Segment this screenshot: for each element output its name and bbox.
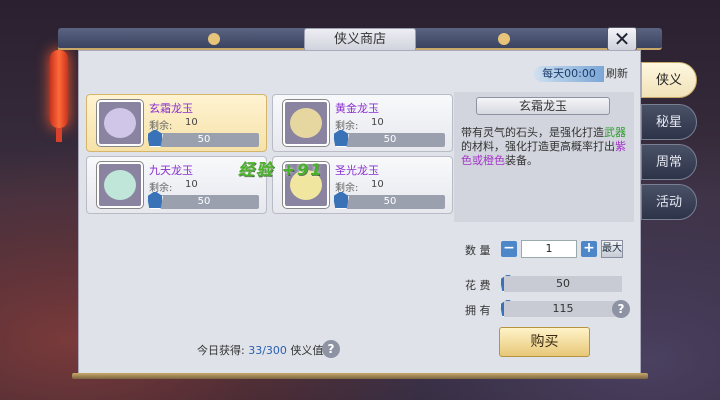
- daily-gain: 今日获得: 33/300 侠义值: [197, 342, 323, 358]
- item-icon: [97, 162, 143, 208]
- exp-gain-popup: 经验 +91: [238, 160, 324, 179]
- item-remaining-value: 10: [185, 179, 198, 190]
- item-remaining-value: 10: [371, 117, 384, 128]
- lantern-decoration: [50, 32, 68, 142]
- tab-xiayi[interactable]: 侠义: [641, 62, 697, 98]
- item-icon: [97, 100, 143, 146]
- cost-value: 50: [504, 276, 622, 292]
- item-cost: 50: [149, 195, 259, 209]
- jade-icon: [104, 170, 136, 200]
- detail-title: 玄霜龙玉: [476, 97, 610, 115]
- daily-help-icon[interactable]: ?: [322, 340, 340, 358]
- item-cost: 50: [335, 195, 445, 209]
- owned-label: 拥 有: [465, 304, 491, 317]
- jade-icon: [104, 108, 136, 138]
- desc-text: 装备。: [505, 154, 538, 167]
- cost-label: 花 费: [465, 279, 491, 292]
- shop-item-huangjin[interactable]: 黄金龙玉 剩余: 10 50: [272, 94, 453, 152]
- refresh-time: 每天00:00: [534, 66, 604, 82]
- item-name: 玄霜龙玉: [149, 102, 193, 115]
- item-name: 九天龙玉: [149, 164, 193, 177]
- quantity-input[interactable]: 1: [521, 240, 577, 258]
- desc-highlight-weapon: 武器: [604, 126, 626, 139]
- max-button[interactable]: 最大: [601, 240, 623, 258]
- ornament-icon: [208, 33, 220, 45]
- refresh-label: 刷新: [606, 67, 628, 80]
- item-grid: 玄霜龙玉 剩余: 10 50 黄金龙玉 剩余: 10 50 九天龙玉 剩余: 1…: [86, 94, 454, 216]
- desc-text: 带有灵气的石头，是强化打造: [461, 126, 604, 139]
- daily-gain-label: 今日获得:: [197, 344, 245, 357]
- ornament-icon: [498, 33, 510, 45]
- tab-mixing[interactable]: 秘星: [641, 104, 697, 140]
- panel-bottom-frame: [72, 373, 648, 379]
- owned-help-icon[interactable]: ?: [612, 300, 630, 318]
- item-remaining-label: 剩余:: [149, 121, 173, 132]
- buy-button[interactable]: 购买: [499, 327, 590, 357]
- jade-icon: [290, 108, 322, 138]
- detail-description: 带有灵气的石头，是强化打造武器的材料，强化打造更高概率打出紫色或橙色装备。: [461, 126, 627, 168]
- item-remaining-label: 剩余:: [335, 121, 359, 132]
- minus-button[interactable]: −: [501, 241, 517, 257]
- plus-button[interactable]: +: [581, 241, 597, 257]
- item-remaining-value: 10: [371, 179, 384, 190]
- item-name: 圣光龙玉: [335, 164, 379, 177]
- tab-activity[interactable]: 活动: [641, 184, 697, 220]
- daily-gain-count: 33/300: [248, 344, 287, 357]
- item-remaining-label: 剩余:: [335, 183, 359, 194]
- daily-gain-unit: 侠义值: [290, 344, 324, 357]
- item-remaining-label: 剩余:: [149, 183, 173, 194]
- owned-value: 115: [504, 301, 622, 317]
- desc-text: 的材料，强化打造更高概率打出: [461, 140, 615, 153]
- close-button[interactable]: ✕: [607, 27, 637, 51]
- refresh-info: 每天00:00 刷新: [534, 66, 630, 82]
- shop-item-xuanshuang[interactable]: 玄霜龙玉 剩余: 10 50: [86, 94, 267, 152]
- item-remaining-value: 10: [185, 117, 198, 128]
- item-cost: 50: [149, 133, 259, 147]
- window-title: 侠义商店: [304, 28, 416, 52]
- item-icon: [283, 100, 329, 146]
- quantity-label: 数 量: [465, 244, 491, 257]
- item-cost: 50: [335, 133, 445, 147]
- item-name: 黄金龙玉: [335, 102, 379, 115]
- tab-weekly[interactable]: 周常: [641, 144, 697, 180]
